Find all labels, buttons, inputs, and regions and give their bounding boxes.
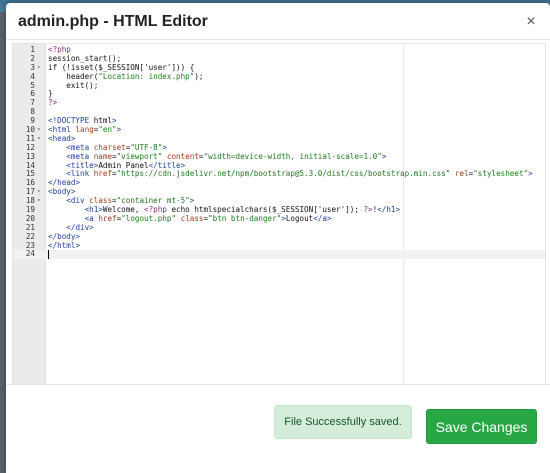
code-editor[interactable]: 1 <?php 2 session_start(); 3 ▾ if (!isset($_SE… <box>12 43 546 385</box>
modal-footer: File Successfully saved. Save Changes <box>6 384 550 473</box>
code-line[interactable]: 10 ▾ <html lang="en"> <box>13 125 545 135</box>
fold-toggle-icon[interactable]: ▾ <box>37 135 43 144</box>
fold-toggle-icon[interactable]: ▾ <box>37 188 43 197</box>
code-line[interactable]: 16 </head> <box>13 178 545 188</box>
code-line[interactable]: 24 <box>13 249 545 260</box>
code-area[interactable]: 1 <?php 2 session_start(); 3 ▾ if (!isset($_SE… <box>13 45 545 260</box>
code-line[interactable]: 21 </div> <box>13 223 545 233</box>
text-cursor <box>48 250 49 260</box>
html-editor-modal: admin.php - HTML Editor × 1 <?php 2 session… <box>6 3 550 473</box>
code-line[interactable]: 6} <box>13 90 545 99</box>
code-line[interactable]: 22 </body> <box>13 232 545 242</box>
line-code: <link href="https://cdn.jsdelivr.net/npm… <box>66 169 533 179</box>
line-code: </html> <box>48 240 81 250</box>
fold-toggle-icon[interactable]: ▾ <box>37 64 43 73</box>
code-line[interactable]: 7 ?> <box>13 98 545 108</box>
close-icon[interactable]: × <box>524 13 538 31</box>
line-code: exit(); <box>48 80 99 90</box>
modal-header: admin.php - HTML Editor × <box>6 3 550 40</box>
line-number: 24 <box>25 249 35 259</box>
fold-toggle-icon[interactable]: ▾ <box>37 197 43 206</box>
code-line[interactable]: 5 exit(); <box>13 80 545 91</box>
save-changes-button[interactable]: Save Changes <box>426 409 537 444</box>
fold-toggle-icon[interactable]: ▾ <box>37 126 43 135</box>
code-line[interactable]: 23 </html> <box>13 240 545 251</box>
code-line[interactable]: 15 <link href="https://cdn.jsdelivr.net/… <box>13 170 545 179</box>
modal-title: admin.php - HTML Editor <box>18 13 208 30</box>
line-code: ?> <box>48 98 58 108</box>
save-success-alert: File Successfully saved. <box>274 405 412 439</box>
